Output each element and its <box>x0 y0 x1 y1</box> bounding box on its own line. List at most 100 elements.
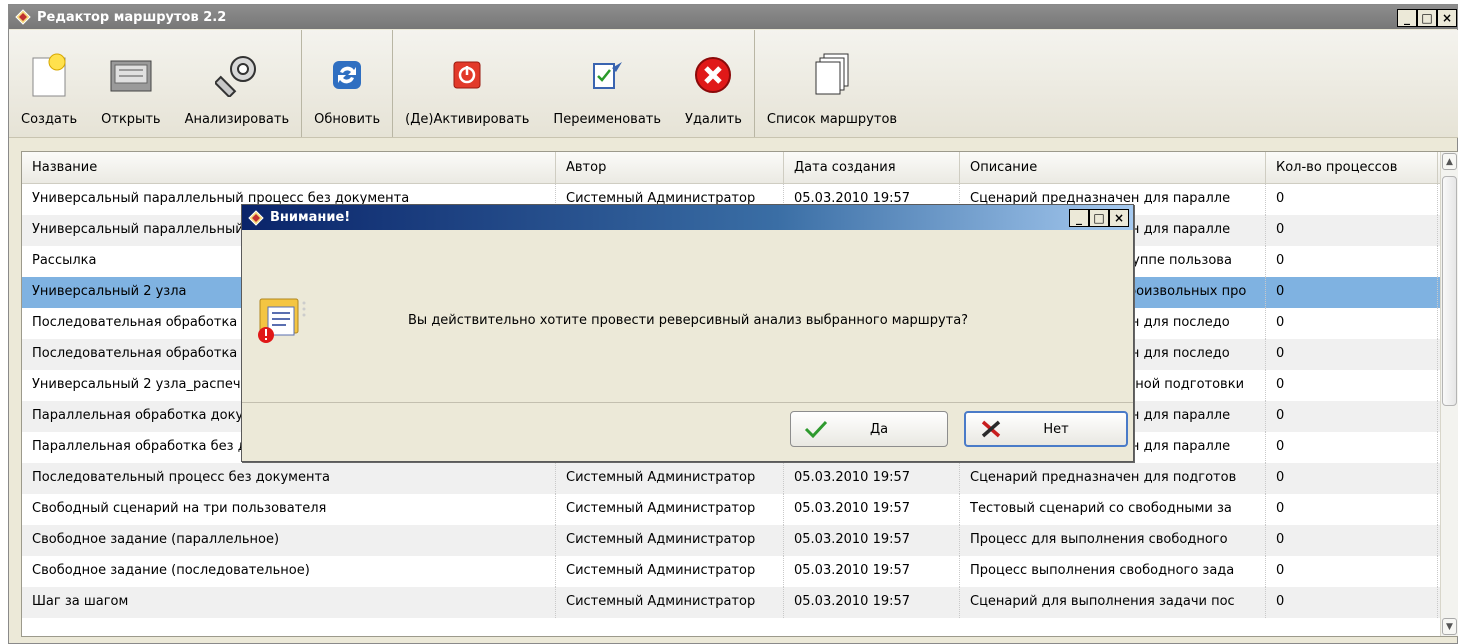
cell-name: Последовательный процесс без документа <box>22 463 556 494</box>
no-label: Нет <box>1043 421 1069 437</box>
cell-process-count: 0 <box>1266 215 1438 246</box>
dialog-title: Внимание! <box>270 210 351 225</box>
cell-author: Системный Администратор <box>556 463 784 494</box>
new-document-icon <box>26 52 72 98</box>
analyze-button[interactable]: Анализировать <box>173 30 302 137</box>
cell-date: 05.03.2010 19:57 <box>784 556 960 587</box>
cell-process-count: 0 <box>1266 587 1438 618</box>
vertical-scrollbar[interactable]: ▲ ▼ <box>1440 152 1458 636</box>
cell-process-count: 0 <box>1266 277 1438 308</box>
dialog-titlebar: Внимание! _ □ × <box>242 205 1133 230</box>
dialog-body: Вы действительно хотите провести реверси… <box>242 231 1133 403</box>
cell-name: Свободное задание (последовательное) <box>22 556 556 587</box>
delete-button[interactable]: Удалить <box>673 30 754 137</box>
scroll-thumb[interactable] <box>1442 176 1457 406</box>
rename-button[interactable]: Переименовать <box>541 30 673 137</box>
toolbar-group-refresh: Обновить <box>302 30 394 137</box>
yes-button[interactable]: Да <box>790 411 948 447</box>
table-row[interactable]: Последовательный процесс без документа Си… <box>22 463 1458 494</box>
cell-description: Процесс выполнения свободного зада <box>960 556 1266 587</box>
wrench-gear-icon <box>214 52 260 98</box>
cell-process-count: 0 <box>1266 246 1438 277</box>
window-title: Редактор маршрутов 2.2 <box>37 9 227 25</box>
dialog-message: Вы действительно хотите провести реверси… <box>408 313 969 328</box>
confirm-dialog: Внимание! _ □ × Вы действительно хотите … <box>241 204 1134 462</box>
table-header: Название Автор Дата создания Описание Ко… <box>22 152 1458 184</box>
cell-author: Системный Администратор <box>556 525 784 556</box>
no-button[interactable]: Нет <box>964 411 1128 447</box>
cell-process-count: 0 <box>1266 463 1438 494</box>
refresh-button[interactable]: Обновить <box>302 30 392 137</box>
documents-icon <box>809 52 855 98</box>
warning-document-icon <box>256 295 314 347</box>
column-header-process-count[interactable]: Кол-во процессов <box>1266 152 1438 183</box>
delete-label: Удалить <box>685 112 742 127</box>
cell-author: Системный Администратор <box>556 587 784 618</box>
refresh-label: Обновить <box>314 112 381 127</box>
scroll-up-icon[interactable]: ▲ <box>1442 153 1457 170</box>
open-folder-icon <box>108 52 154 98</box>
cell-process-count: 0 <box>1266 525 1438 556</box>
rename-icon <box>584 52 630 98</box>
app-logo-icon <box>248 209 264 226</box>
column-header-description[interactable]: Описание <box>960 152 1266 183</box>
cell-process-count: 0 <box>1266 339 1438 370</box>
create-button[interactable]: Создать <box>9 30 89 137</box>
cell-description: Процесс для выполнения свободного <box>960 525 1266 556</box>
toolbar-group-edit: (Де)Активировать Переименовать Удалить <box>393 30 755 137</box>
cell-process-count: 0 <box>1266 494 1438 525</box>
cell-name: Свободный сценарий на три пользователя <box>22 494 556 525</box>
toolbar: Создать Открыть Анализировать Обновить (… <box>9 30 1458 138</box>
route-list-label: Список маршрутов <box>766 112 898 127</box>
open-button[interactable]: Открыть <box>89 30 172 137</box>
yes-label: Да <box>869 421 889 437</box>
column-header-author[interactable]: Автор <box>556 152 784 183</box>
activate-button[interactable]: (Де)Активировать <box>393 30 541 137</box>
analyze-label: Анализировать <box>184 112 290 127</box>
cell-date: 05.03.2010 19:57 <box>784 525 960 556</box>
cell-description: Сценарий предназначен для подготов <box>960 463 1266 494</box>
cell-process-count: 0 <box>1266 432 1438 463</box>
dialog-minimize-button[interactable]: _ <box>1069 209 1089 227</box>
create-label: Создать <box>21 112 78 127</box>
activate-label: (Де)Активировать <box>405 112 530 127</box>
dialog-maximize-button[interactable]: □ <box>1089 209 1109 227</box>
toolbar-group-list: Список маршрутов <box>755 30 909 137</box>
window-controls: _ □ × <box>1397 9 1457 27</box>
maximize-button[interactable]: □ <box>1417 9 1437 27</box>
cell-name: Свободное задание (параллельное) <box>22 525 556 556</box>
table-row[interactable]: Шаг за шагом Системный Администратор 05.03… <box>22 587 1458 618</box>
dialog-window-controls: _ □ × <box>1069 209 1129 227</box>
minimize-button[interactable]: _ <box>1397 9 1417 27</box>
cell-process-count: 0 <box>1266 370 1438 401</box>
power-icon <box>444 52 490 98</box>
scroll-down-icon[interactable]: ▼ <box>1442 618 1457 635</box>
open-label: Открыть <box>101 112 161 127</box>
table-row[interactable]: Свободное задание (последовательное) Сист… <box>22 556 1458 587</box>
cell-process-count: 0 <box>1266 401 1438 432</box>
cell-process-count: 0 <box>1266 556 1438 587</box>
cell-description: Тестовый сценарий со свободными за <box>960 494 1266 525</box>
dialog-close-button[interactable]: × <box>1109 209 1129 227</box>
cell-process-count: 0 <box>1266 184 1438 215</box>
toolbar-group-file: Создать Открыть Анализировать <box>9 30 303 137</box>
delete-icon <box>690 52 736 98</box>
window-titlebar: Редактор маршрутов 2.2 _ □ × <box>9 5 1457 29</box>
cell-date: 05.03.2010 19:57 <box>784 463 960 494</box>
cell-author: Системный Администратор <box>556 556 784 587</box>
cell-description: Сценарий для выполнения задачи пос <box>960 587 1266 618</box>
close-button[interactable]: × <box>1437 9 1457 27</box>
cell-author: Системный Администратор <box>556 494 784 525</box>
cross-icon <box>976 417 1006 441</box>
rename-label: Переименовать <box>553 112 662 127</box>
cell-date: 05.03.2010 19:57 <box>784 494 960 525</box>
cell-process-count: 0 <box>1266 308 1438 339</box>
cell-date: 05.03.2010 19:57 <box>784 587 960 618</box>
table-row[interactable]: Свободное задание (параллельное) Системны… <box>22 525 1458 556</box>
cell-name: Шаг за шагом <box>22 587 556 618</box>
table-row[interactable]: Свободный сценарий на три пользователя Си… <box>22 494 1458 525</box>
column-header-name[interactable]: Название <box>22 152 556 183</box>
route-list-button[interactable]: Список маршрутов <box>755 30 909 137</box>
refresh-icon <box>324 52 370 98</box>
column-header-date[interactable]: Дата создания <box>784 152 960 183</box>
